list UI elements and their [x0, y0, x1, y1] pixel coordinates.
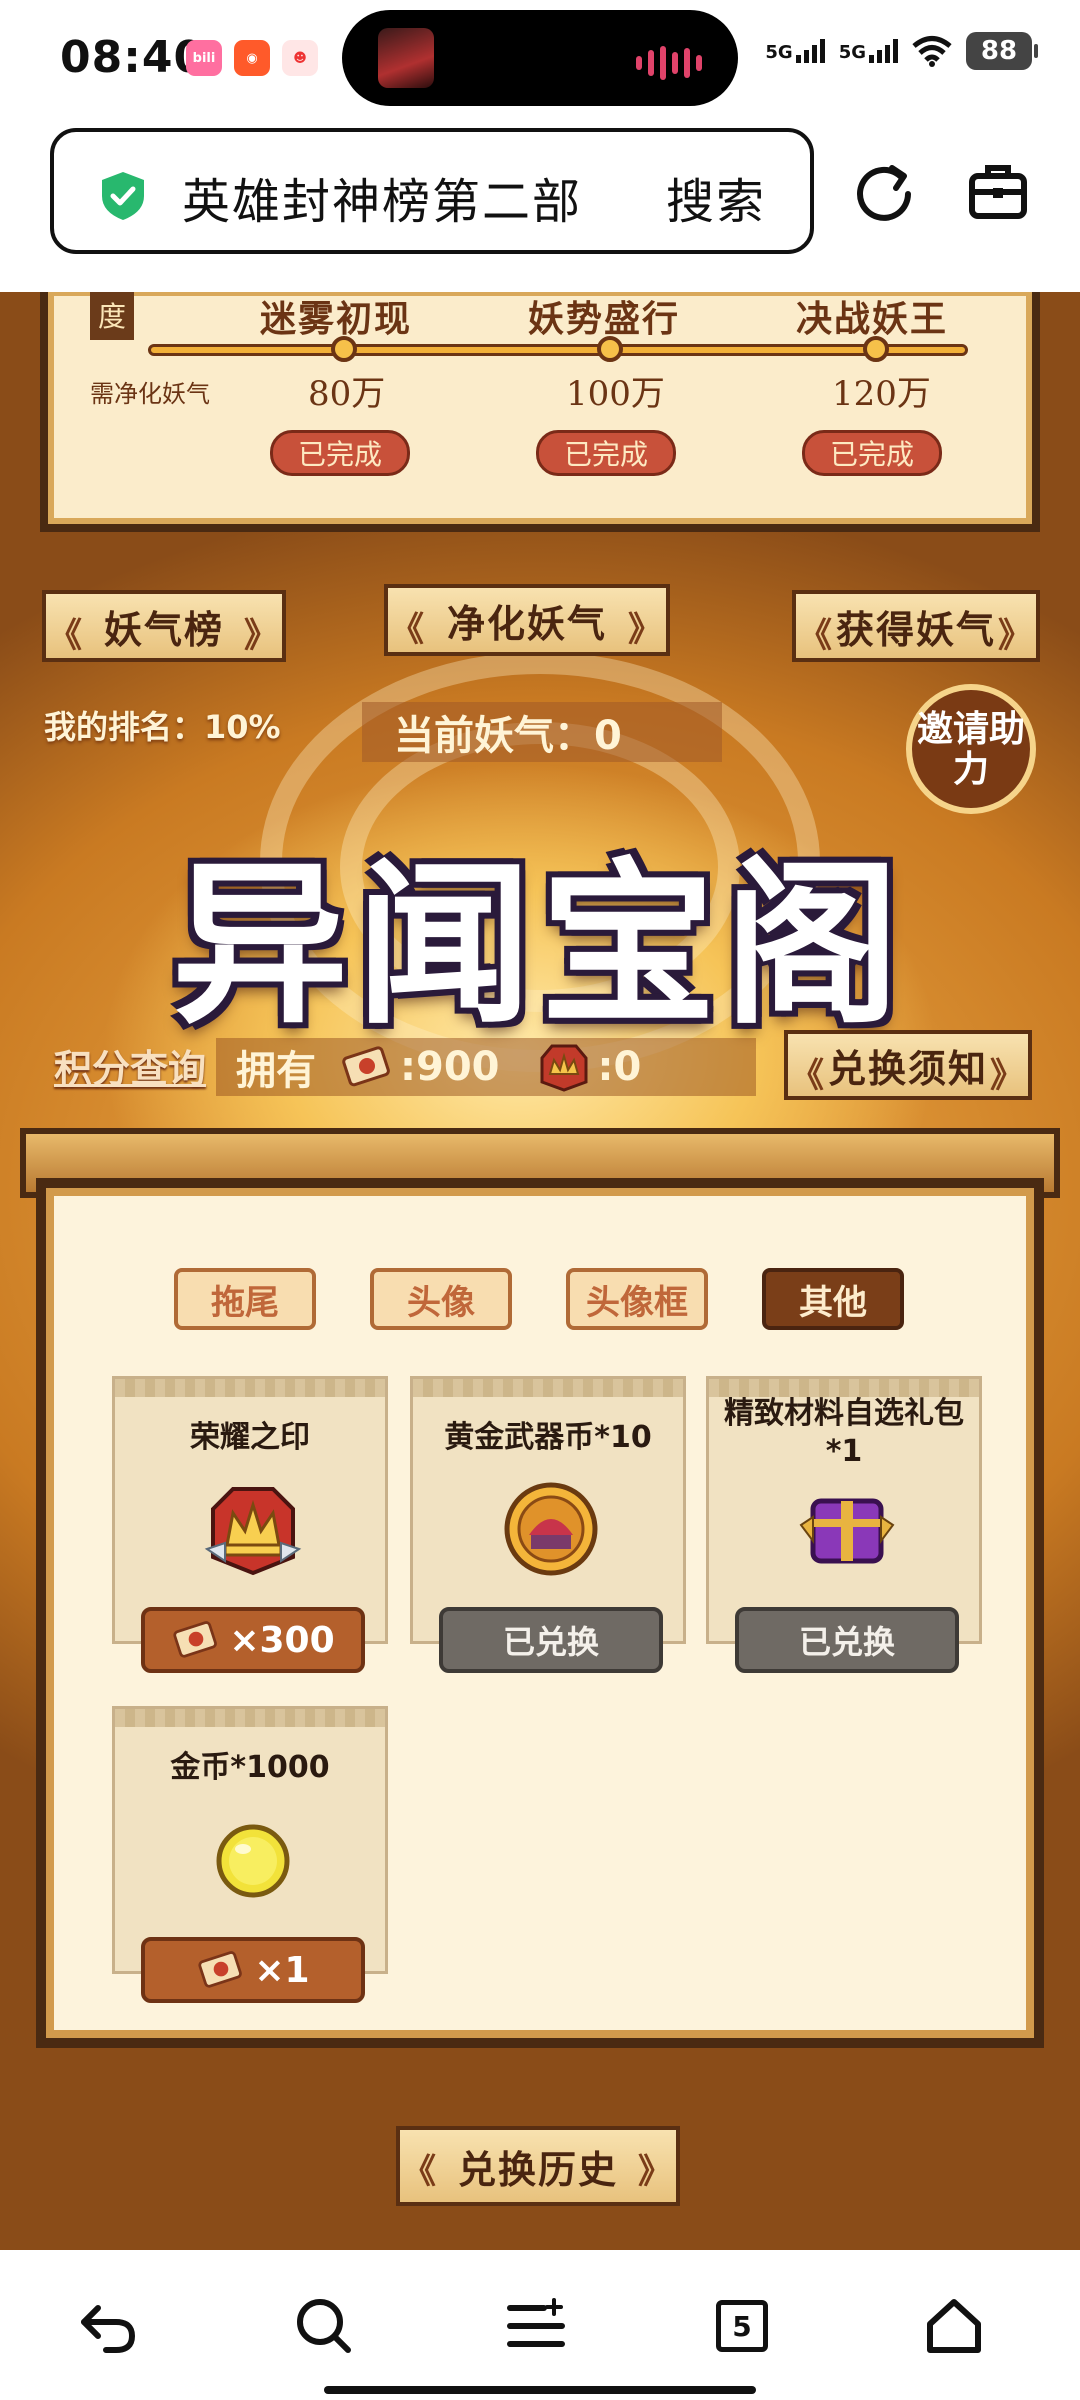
- stage-name: 决战妖王: [796, 298, 949, 340]
- gold-coin-icon: [216, 1824, 290, 1898]
- status-bar: 08:40 bili ◉ ☻ 5G 5G 88: [0, 0, 1080, 118]
- my-rank: 我的排名：10%: [44, 708, 281, 746]
- audio-wave-icon: [636, 46, 702, 80]
- search-button[interactable]: 搜索: [666, 162, 766, 232]
- item-name: 黄金武器币*10: [444, 1420, 652, 1455]
- progress-node: [331, 336, 357, 362]
- signal-icon: 5G: [765, 39, 825, 63]
- points-balance: 拥有 :900 :0: [216, 1038, 756, 1096]
- tab-trail[interactable]: 拖尾: [174, 1268, 316, 1330]
- shop-item-card[interactable]: 金币*1000 ×1: [112, 1706, 388, 2003]
- tab-other[interactable]: 其他: [762, 1268, 904, 1330]
- points-query-link[interactable]: 积分查询: [54, 1038, 206, 1093]
- token-amount: :900: [400, 1044, 500, 1090]
- dynamic-island[interactable]: [342, 10, 738, 106]
- scroll-token-icon: [342, 1046, 390, 1087]
- crown-token-icon: [540, 1044, 587, 1092]
- browser-bottom-nav: 5: [0, 2250, 1080, 2400]
- own-label: 拥有: [236, 1048, 316, 1094]
- scroll-token-icon: [173, 1621, 218, 1658]
- price-value: ×1: [254, 1949, 310, 1991]
- shop-panel: 拖尾 头像 头像框 其他 荣耀之印 ×300 黄金武器币*10 已兑换 精致材料…: [36, 1178, 1044, 2048]
- tab-avatar[interactable]: 头像: [370, 1268, 512, 1330]
- bilibili-icon: bili: [186, 40, 222, 76]
- wifi-icon: [912, 36, 952, 67]
- current-qi: 当前妖气：0: [362, 702, 722, 762]
- obtain-qi-button[interactable]: 获得妖气: [792, 590, 1040, 662]
- exchange-history-button[interactable]: 兑换历史: [396, 2126, 680, 2206]
- progress-node: [863, 336, 889, 362]
- exchange-notice-button[interactable]: 兑换须知: [784, 1030, 1032, 1100]
- invite-help-button[interactable]: 邀请助力: [906, 684, 1036, 814]
- tabs-count-icon[interactable]: 5: [716, 2300, 768, 2352]
- shop-item-card[interactable]: 精致材料自选礼包*1 已兑换: [706, 1376, 982, 1673]
- game-webview: 度 迷雾初现 妖势盛行 决战妖王 需净化妖气 80万 100万 120万 已完成…: [0, 292, 1080, 2250]
- menu-icon[interactable]: [504, 2294, 568, 2358]
- search-query[interactable]: 英雄封神榜第二部: [182, 162, 582, 232]
- status-indicators: 5G 5G 88: [765, 32, 1038, 70]
- crown-amount: :0: [597, 1044, 642, 1090]
- gold-weapon-coin-icon: [504, 1482, 598, 1576]
- event-title: 异闻宝阁: [171, 841, 908, 1048]
- progress-tag: 度: [90, 292, 134, 340]
- progress-node: [597, 336, 623, 362]
- stage-value: 120万: [832, 374, 931, 414]
- search-bar[interactable]: 英雄封神榜第二部 搜索: [50, 128, 814, 254]
- redeemed-button: 已兑换: [735, 1607, 959, 1673]
- stage-name: 迷雾初现: [260, 298, 413, 340]
- toolbox-icon[interactable]: [966, 160, 1030, 224]
- signal-icon: 5G: [839, 39, 898, 63]
- tab-avatar-frame[interactable]: 头像框: [566, 1268, 708, 1330]
- media-artwork: [378, 28, 434, 88]
- purple-gift-chest-icon: [799, 1498, 895, 1564]
- stage-completed-button[interactable]: 已完成: [536, 430, 676, 476]
- item-name: 金币*1000: [170, 1750, 330, 1785]
- redeemed-button: 已兑换: [439, 1607, 663, 1673]
- progress-track: [148, 344, 968, 356]
- shop-item-card[interactable]: 荣耀之印 ×300: [112, 1376, 388, 1673]
- price-value: ×300: [229, 1619, 335, 1661]
- need-purify-label: 需净化妖气: [90, 380, 210, 408]
- stage-completed-button[interactable]: 已完成: [270, 430, 410, 476]
- shield-check-icon: [102, 172, 144, 220]
- notification-icons: bili ◉ ☻: [186, 40, 318, 76]
- stage-name: 妖势盛行: [528, 298, 681, 340]
- purify-qi-button[interactable]: 净化妖气: [384, 584, 670, 656]
- battery-icon: 88: [966, 32, 1038, 70]
- stage-completed-button[interactable]: 已完成: [802, 430, 942, 476]
- reload-icon[interactable]: [852, 160, 916, 224]
- stage-value: 80万: [308, 374, 386, 414]
- crown-seal-icon: [204, 1487, 302, 1576]
- home-icon[interactable]: [922, 2294, 986, 2358]
- home-indicator[interactable]: [324, 2386, 756, 2394]
- back-icon[interactable]: [76, 2294, 140, 2358]
- stage-value: 100万: [566, 374, 665, 414]
- pumpkin-app-icon: ◉: [234, 40, 270, 76]
- search-icon[interactable]: [292, 2294, 356, 2358]
- status-time: 08:40: [60, 32, 206, 83]
- qi-leaderboard-button[interactable]: 妖气榜: [42, 590, 286, 662]
- item-name: 荣耀之印: [190, 1420, 310, 1455]
- purify-progress-panel: 度 迷雾初现 妖势盛行 决战妖王 需净化妖气 80万 100万 120万 已完成…: [40, 292, 1040, 532]
- points-row: 积分查询 拥有 :900 :0 兑换须知: [40, 1030, 1040, 1100]
- scroll-token-icon: [198, 1951, 243, 1988]
- shop-item-card[interactable]: 黄金武器币*10 已兑换: [410, 1376, 686, 1673]
- buy-price-button[interactable]: ×300: [141, 1607, 365, 1673]
- item-name: 精致材料自选礼包*1: [724, 1396, 964, 1469]
- buy-price-button[interactable]: ×1: [141, 1937, 365, 2003]
- mascot-app-icon: ☻: [282, 40, 318, 76]
